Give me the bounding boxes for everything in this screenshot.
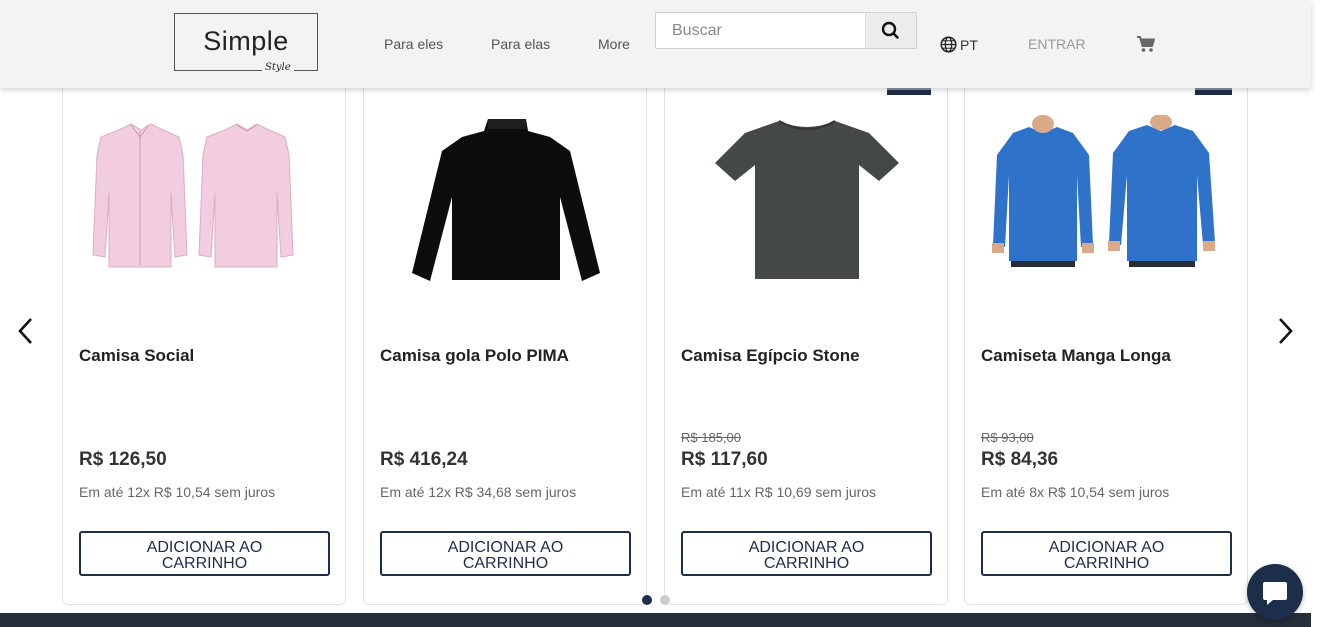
product-name[interactable]: Camisa gola Polo PIMA (380, 346, 569, 366)
product-installments: Em até 8x R$ 10,54 sem juros (981, 484, 1170, 500)
search-input[interactable] (656, 13, 864, 48)
add-to-cart-button[interactable]: ADICIONAR AO CARRINHO (981, 531, 1232, 576)
product-card[interactable]: Camisa Social R$ 126,50 Em até 12x R$ 10… (62, 48, 346, 605)
add-to-cart-button[interactable]: ADICIONAR AO CARRINHO (681, 531, 932, 576)
add-to-cart-label-line1: ADICIONAR AO (748, 538, 865, 556)
search-icon (881, 21, 899, 39)
add-to-cart-label-line1: ADICIONAR AO (447, 538, 564, 556)
add-to-cart-button[interactable]: ADICIONAR AO CARRINHO (380, 531, 631, 576)
carousel-next-arrow[interactable] (1274, 316, 1296, 346)
globe-icon (940, 36, 957, 53)
product-name[interactable]: Camiseta Manga Longa (981, 346, 1171, 366)
product-card[interactable]: -9% Camiseta Manga Longa R$ 93,00 R$ 84,… (964, 48, 1248, 605)
carousel-dot-active[interactable] (642, 595, 652, 605)
chat-icon (1263, 582, 1287, 605)
product-name[interactable]: Camisa Social (79, 346, 194, 366)
black-turtleneck-image[interactable] (380, 115, 632, 285)
logo-main-text: Simple (203, 26, 289, 56)
product-price: R$ 416,24 (380, 449, 468, 470)
carousel-prev-arrow[interactable] (15, 316, 37, 346)
add-to-cart-label-line1: ADICIONAR AO (1048, 538, 1165, 556)
footer-bar (0, 613, 1311, 627)
language-label: PT (960, 36, 978, 53)
product-installments: Em até 12x R$ 10,54 sem juros (79, 484, 276, 500)
pink-shirt-image[interactable] (79, 115, 331, 285)
product-old-price: R$ 185,00 (681, 430, 741, 445)
grey-tshirt-image[interactable] (681, 115, 933, 285)
product-card[interactable]: Camisa gola Polo PIMA R$ 416,24 Em até 1… (363, 48, 647, 605)
search-button[interactable] (865, 13, 916, 48)
logo[interactable]: Simple Style (174, 13, 318, 73)
product-installments: Em até 11x R$ 10,69 sem juros (681, 484, 877, 500)
product-name[interactable]: Camisa Egípcio Stone (681, 346, 860, 366)
add-to-cart-label-line2: CARRINHO (462, 554, 549, 572)
add-to-cart-label-line2: CARRINHO (763, 554, 850, 572)
login-link[interactable]: ENTRAR (1028, 36, 1086, 52)
product-card[interactable]: -36% Camisa Egípcio Stone R$ 185,00 R$ 1… (664, 48, 948, 605)
nav-link-more[interactable]: More (598, 36, 630, 52)
language-selector[interactable]: PT (940, 36, 978, 53)
add-to-cart-label-line1: ADICIONAR AO (146, 538, 263, 556)
nav-link-para-eles[interactable]: Para eles (384, 36, 443, 52)
product-price: R$ 117,60 (681, 449, 768, 470)
chat-button[interactable] (1247, 564, 1303, 620)
product-old-price: R$ 93,00 (981, 430, 1034, 445)
site-header: Simple Style Para eles Para elas More PT… (0, 0, 1311, 88)
carousel-dot[interactable] (660, 595, 670, 605)
search-box (655, 12, 917, 49)
product-installments: Em até 12x R$ 34,68 sem juros (380, 484, 577, 500)
product-price: R$ 84,36 (981, 449, 1059, 470)
add-to-cart-label-line2: CARRINHO (161, 554, 248, 572)
add-to-cart-label-line2: CARRINHO (1063, 554, 1150, 572)
chevron-right-icon (1279, 318, 1293, 344)
cart-icon[interactable] (1136, 35, 1156, 53)
add-to-cart-button[interactable]: ADICIONAR AO CARRINHO (79, 531, 330, 576)
product-price: R$ 126,50 (79, 449, 167, 470)
nav-link-para-elas[interactable]: Para elas (491, 36, 550, 52)
logo-sub-text: Style (262, 62, 294, 73)
chevron-left-icon (18, 318, 32, 344)
blue-longsleeve-image[interactable] (981, 115, 1233, 285)
